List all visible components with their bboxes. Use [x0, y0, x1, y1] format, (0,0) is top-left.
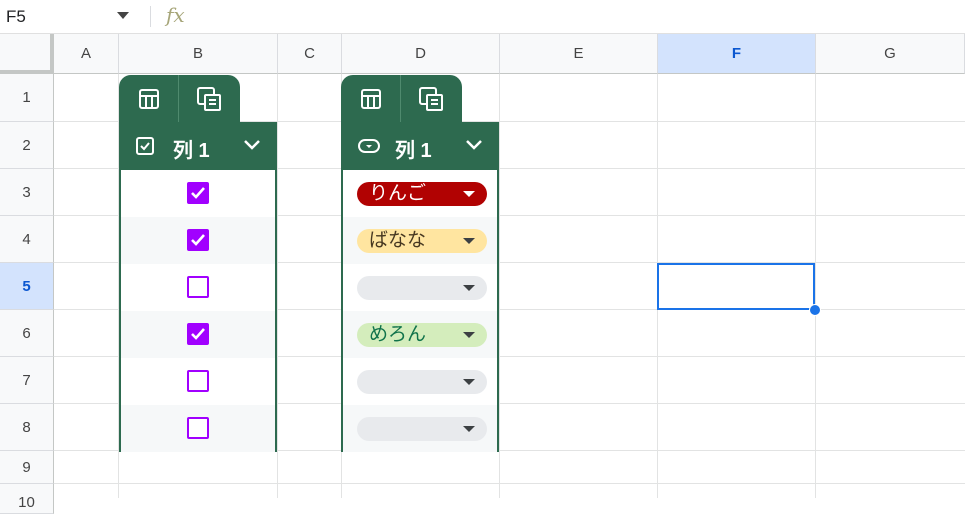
table-row	[121, 264, 275, 311]
select-all-corner[interactable]	[0, 34, 54, 74]
table-row: りんご	[343, 170, 497, 217]
row-header-10[interactable]: 10	[0, 484, 54, 514]
table-row	[121, 217, 275, 264]
row-header-8[interactable]: 8	[0, 404, 54, 451]
spreadsheet-grid: A B C D E F G 1 2 3 4 5 6 7 8 9 10 列 1 列…	[0, 34, 965, 514]
table-toolbar	[119, 75, 240, 122]
dropdown-chip-label: ばなな	[369, 230, 427, 251]
dropdown-caret-icon[interactable]	[463, 426, 475, 432]
table-row	[343, 264, 497, 311]
dropdown-chip-label: りんご	[369, 183, 427, 204]
row-header-9[interactable]: 9	[0, 451, 54, 484]
dropdown-chip-icon	[357, 136, 381, 161]
fx-icon: fx	[166, 3, 185, 27]
dropdown-chip[interactable]: めろん	[357, 323, 487, 347]
table-row: めろん	[343, 311, 497, 358]
checkbox-checked[interactable]	[187, 323, 209, 345]
name-box[interactable]: F5	[0, 0, 140, 33]
dropdown-caret-icon[interactable]	[463, 379, 475, 385]
dropdown-caret-icon[interactable]	[463, 285, 475, 291]
table-column-header[interactable]: 列 1	[119, 122, 277, 170]
dropdown-caret-icon[interactable]	[463, 238, 475, 244]
table-view-icon[interactable]	[119, 75, 178, 122]
checkbox-checked[interactable]	[187, 229, 209, 251]
table-column-header[interactable]: 列 1	[341, 122, 499, 170]
chevron-down-icon[interactable]	[465, 138, 483, 157]
row-header-4[interactable]: 4	[0, 216, 54, 263]
dropdown-chip[interactable]: ばなな	[357, 229, 487, 253]
table-row	[343, 405, 497, 452]
name-box-dropdown-icon[interactable]	[117, 12, 129, 19]
table-column-label: 列 1	[395, 140, 432, 162]
column-header-f[interactable]: F	[658, 34, 816, 74]
dropdown-chip[interactable]	[357, 417, 487, 441]
row-header-6[interactable]: 6	[0, 310, 54, 357]
row-header-7[interactable]: 7	[0, 357, 54, 404]
column-header-g[interactable]: G	[816, 34, 965, 74]
column-header-b[interactable]: B	[119, 34, 278, 74]
selected-cell-f5[interactable]	[657, 263, 815, 310]
dropdown-caret-icon[interactable]	[463, 191, 475, 197]
table-toolbar	[341, 75, 462, 122]
table-column-label: 列 1	[173, 140, 210, 162]
formula-bar: F5 fx	[0, 0, 965, 34]
chevron-down-icon[interactable]	[243, 138, 261, 157]
checkbox-checked[interactable]	[187, 182, 209, 204]
name-box-cell-ref: F5	[6, 7, 26, 26]
row-header-3[interactable]: 3	[0, 169, 54, 216]
table-row	[121, 311, 275, 358]
checkbox-icon	[135, 136, 155, 161]
column-header-a[interactable]: A	[54, 34, 119, 74]
table-row: ばなな	[343, 217, 497, 264]
table-view-icon[interactable]	[341, 75, 400, 122]
check-icon	[191, 187, 205, 199]
row-header-5[interactable]: 5	[0, 263, 54, 310]
check-icon	[191, 328, 205, 340]
table-row	[121, 170, 275, 217]
dropdown-chip-label: めろん	[369, 324, 427, 345]
dropdown-chip[interactable]	[357, 276, 487, 300]
table-calculate-icon[interactable]	[179, 75, 238, 122]
checkbox-unchecked[interactable]	[187, 370, 209, 392]
checkbox-unchecked[interactable]	[187, 276, 209, 298]
table-calculate-icon[interactable]	[401, 75, 460, 122]
row-header-2[interactable]: 2	[0, 122, 54, 169]
column-header-d[interactable]: D	[342, 34, 500, 74]
row-header-1[interactable]: 1	[0, 74, 54, 122]
table-body: りんご ばなな めろん	[341, 170, 499, 452]
dropdown-chip[interactable]: りんご	[357, 182, 487, 206]
table-row	[343, 358, 497, 405]
column-header-c[interactable]: C	[278, 34, 342, 74]
dropdown-chip[interactable]	[357, 370, 487, 394]
table-body	[119, 170, 277, 452]
table-row	[121, 358, 275, 405]
fill-handle[interactable]	[809, 304, 821, 316]
table-row	[121, 405, 275, 452]
formula-bar-divider	[150, 6, 151, 27]
column-header-e[interactable]: E	[500, 34, 658, 74]
check-icon	[191, 234, 205, 246]
checkbox-unchecked[interactable]	[187, 417, 209, 439]
dropdown-caret-icon[interactable]	[463, 332, 475, 338]
